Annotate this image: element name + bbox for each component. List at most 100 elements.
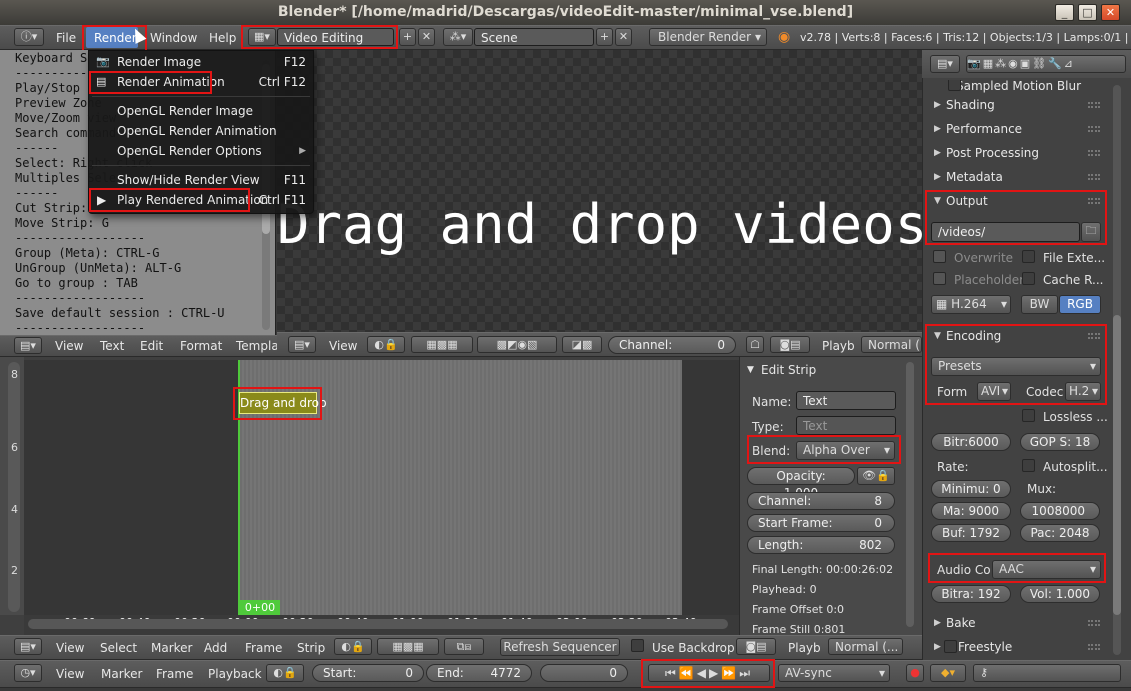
current-frame-field[interactable]: 0 [540,664,628,682]
render-engine-select[interactable]: Blender Render ▾ [649,28,767,46]
channel-field[interactable]: Channel: 8 [747,492,895,510]
folder-icon[interactable]: 🗀 [1081,222,1101,242]
menu-item-play-rendered-animation[interactable]: ▶ Play Rendered Animation Ctrl F11 [90,190,312,210]
motion-blur-checkbox[interactable] [948,80,961,91]
text-menu-view[interactable]: View [55,339,83,353]
tl-menu-frame[interactable]: Frame [156,667,193,681]
camera-icon[interactable]: 📷 [967,57,983,70]
timeline-editor-type-icon[interactable]: ◷▾ [14,664,42,682]
seq-menu-frame[interactable]: Frame [245,641,282,655]
properties-scrollbar-thumb[interactable] [1113,315,1121,615]
preview-editor-type-icon[interactable]: ▤▾ [288,336,316,353]
timeline-preview-range-icons[interactable]: ◐🔒 [266,664,304,682]
strip-name-field[interactable]: Text [796,391,896,410]
file-extension-checkbox[interactable] [1022,250,1035,263]
blend-mode-select[interactable]: Alpha Over ▾ [796,441,895,460]
text-menu-edit[interactable]: Edit [140,339,163,353]
file-format-select[interactable]: ▦ H.264 ▾ [931,295,1011,314]
bitrate-field[interactable]: Bitr:6000 [931,433,1011,451]
menu-item-render-image[interactable]: 📷 Render Image F12 [90,52,312,72]
seq-menu-marker[interactable]: Marker [151,641,192,655]
properties-scrollbar[interactable] [1113,85,1121,655]
sequencer-editor-type-icon[interactable]: ▤▾ [14,638,42,655]
buffer-field[interactable]: Buf: 1792 [931,524,1011,542]
menu-item-opengl-render-animation[interactable]: OpenGL Render Animation [90,121,312,141]
preview-view-icons[interactable]: ▩◩◉▧ [477,336,557,353]
jump-end-icon[interactable]: ⏭ [739,666,753,680]
preview-menu-view[interactable]: View [329,339,357,353]
record-icon[interactable]: ● [906,664,924,682]
output-path-field[interactable]: /videos/ [931,222,1080,242]
sampled-motion-blur-panel[interactable]: Sampled Motion Blur [928,80,1106,94]
menu-item-opengl-render-image[interactable]: OpenGL Render Image [90,101,312,121]
data-icon[interactable]: ⊿ [1064,57,1075,70]
performance-panel[interactable]: Performance [928,118,1106,140]
max-rate-field[interactable]: Ma: 9000 [931,502,1011,520]
gop-size-field[interactable]: GOP S: 18 [1020,433,1100,451]
scene-icon[interactable]: ⁂▾ [443,28,473,46]
autosplit-checkbox[interactable] [1022,459,1035,472]
next-keyframe-icon[interactable]: ⏩ [721,666,739,680]
prev-keyframe-icon[interactable]: ⏪ [679,666,697,680]
codec-select[interactable]: H.2 ▾ [1065,382,1101,401]
cache-result-checkbox[interactable] [1022,272,1035,285]
menu-window[interactable]: Window [150,31,197,45]
seq-mode-select[interactable]: Normal (... [828,638,903,655]
refresh-sequencer-button[interactable]: Refresh Sequencer [500,638,620,656]
preview-display-icons[interactable]: ◐🔒 [367,336,405,353]
placeholder-checkbox[interactable] [933,272,946,285]
menu-item-show-hide-render-view[interactable]: Show/Hide Render View F11 [90,170,312,190]
add-scene-icon[interactable]: + [596,28,613,46]
opacity-field[interactable]: Opacity: 1.000 [747,467,855,500]
render-preview-icons[interactable]: ◙▤ [770,336,810,353]
preview-channel-icons[interactable]: ▦▩▦ [411,336,473,353]
play-reverse-icon[interactable]: ◀ [697,666,709,680]
av-sync-select[interactable]: AV-sync ▾ [778,664,890,682]
opacity-keyframe-icons[interactable]: 👁🔒 [857,467,895,485]
info-editor-icon[interactable]: ⓘ▾ [14,28,44,46]
seq-menu-add[interactable]: Add [204,641,227,655]
color-bw-button[interactable]: BW [1021,295,1058,314]
modifiers-icon[interactable]: 🔧 [1048,57,1064,70]
play-icon[interactable]: ▶ [709,666,721,680]
use-backdrop-checkbox[interactable] [631,639,644,652]
menu-item-render-animation[interactable]: ▤ Render Animation Ctrl F12 [90,72,312,92]
encoding-panel-header[interactable]: Encoding [928,325,1106,347]
preview-mode-select[interactable]: Normal (... [861,336,922,353]
tl-menu-marker[interactable]: Marker [101,667,142,681]
length-field[interactable]: Length: 802 [747,536,895,554]
color-rgb-button[interactable]: RGB [1059,295,1101,314]
remove-screen-icon[interactable]: ✕ [418,28,435,46]
audio-volume-field[interactable]: Vol: 1.000 [1020,585,1100,603]
object-icon[interactable]: ▣ [1020,57,1032,70]
metadata-panel[interactable]: Metadata [928,166,1106,188]
preview-overlay-icons[interactable]: ◪▩ [562,336,602,353]
seq-display-icons[interactable]: ◐🔒 [334,638,372,655]
properties-context-tabs[interactable]: 📷▦⁂◉▣⛓🔧⊿ [966,55,1126,73]
audio-codec-select[interactable]: AAC ▾ [992,560,1101,579]
shading-panel[interactable]: Shading [928,94,1106,116]
audio-bitrate-field[interactable]: Bitra: 192 [931,585,1011,603]
mux-rate-field[interactable]: 1008000 [1020,502,1100,520]
seq-menu-strip[interactable]: Strip [297,641,325,655]
properties-editor-type-icon[interactable]: ▤▾ [930,55,960,73]
keying-set-icon[interactable]: ◆▾ [930,664,966,682]
tl-menu-playback[interactable]: Playback [208,667,262,681]
seq-snap-icons[interactable]: ⧉⧈ [444,638,484,655]
seq-menu-select[interactable]: Select [100,641,137,655]
close-icon[interactable]: ✕ [1101,4,1120,21]
constraints-icon[interactable]: ⛓ [1032,57,1048,70]
bake-panel[interactable]: Bake [928,612,1106,634]
edit-strip-scrollbar[interactable] [906,362,914,627]
add-screen-icon[interactable]: + [399,28,416,46]
menu-file[interactable]: File [56,31,76,45]
min-rate-field[interactable]: Minimu: 0 [931,480,1011,498]
remove-scene-icon[interactable]: ✕ [615,28,632,46]
scene-field[interactable]: Scene [474,28,594,46]
jump-start-icon[interactable]: ⏮ [665,666,679,680]
edit-strip-header[interactable]: ▼ Edit Strip [745,361,895,379]
keying-set-field[interactable]: ⚷ [973,664,1121,682]
playback-controls[interactable]: ⏮⏪◀▶⏩⏭ [648,664,770,682]
text-editor-type-icon[interactable]: ▤▾ [14,337,42,354]
encoding-presets-select[interactable]: Presets ▾ [931,357,1101,376]
